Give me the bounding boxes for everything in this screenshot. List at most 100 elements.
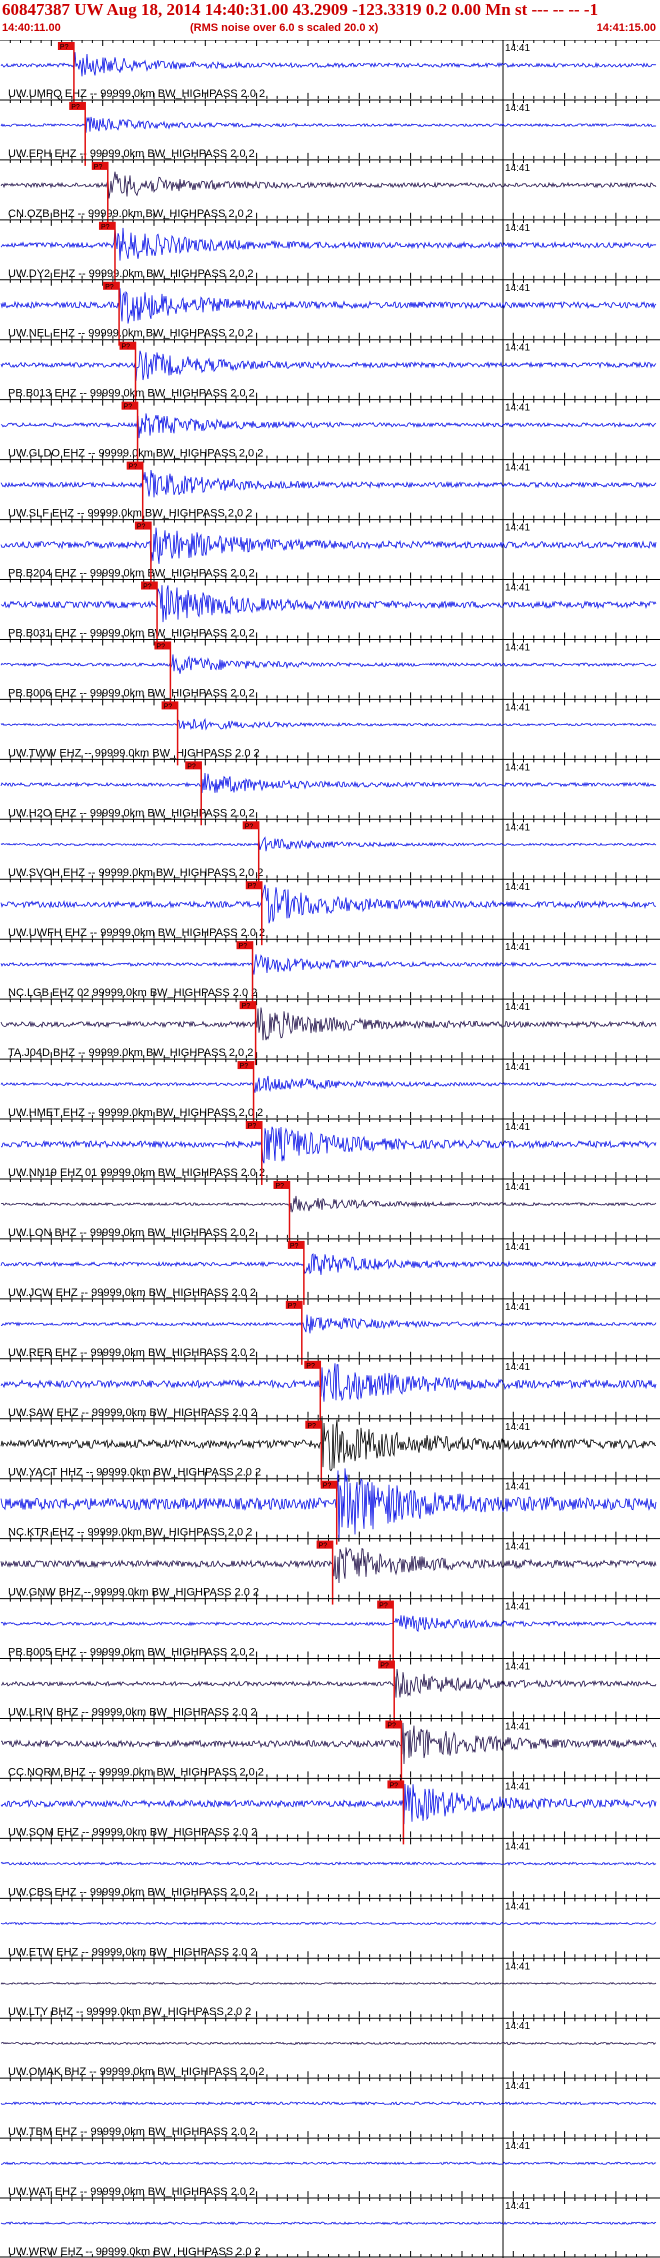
station-label: CN.OZB BHZ -- 99999.0km BW_HIGHPASS 2.0 …: [8, 208, 253, 220]
minute-marker-label: 14:41: [505, 1542, 530, 1553]
pick-label: P?: [60, 44, 69, 51]
waveform: [0, 469, 657, 498]
seismogram-plot: 14:41 UW.UMPQ EHZ -- 99999.0km BW_HIGHPAS…: [0, 40, 660, 2258]
pick-label: P?: [124, 404, 133, 411]
pick-label: P?: [242, 1003, 251, 1010]
station-label: UW.LRIV BHZ -- 99999.0km BW_HIGHPASS 2.0…: [8, 1707, 257, 1719]
trace-row: 14:41 UW.SAW EHZ -- 99999.0km BW_HIGHPASS…: [0, 1358, 660, 1425]
waveform: [0, 772, 657, 794]
minute-marker-label: 14:41: [505, 2201, 530, 2212]
station-label: UW.SVOH EHZ -- 99999.0km BW_HIGHPASS 2.0…: [8, 867, 263, 879]
trace-row: 14:41 PB.B006 EHZ -- 99999.0km BW_HIGHPAS…: [0, 638, 660, 706]
minute-marker-label: 14:41: [505, 1901, 530, 1912]
station-label: PB.B031 EHZ -- 99999.0km BW_HIGHPASS 2.0…: [8, 628, 255, 640]
waveform: [0, 1126, 657, 1164]
trace-row: 14:41 UW.NN19 EHZ 01 99999.0km BW_HIGHPAS…: [0, 1118, 660, 1185]
waveform: [0, 527, 657, 565]
pick-label: P?: [275, 1183, 284, 1190]
pick-label: P?: [389, 1782, 398, 1789]
minute-marker-label: 14:41: [505, 642, 530, 653]
pick-label: P?: [387, 1722, 396, 1729]
waveform: [0, 1075, 657, 1093]
waveform: [0, 1007, 657, 1041]
station-label: UW.RER EHZ -- 99999.0km BW_HIGHPASS 2.0 …: [8, 1347, 255, 1359]
station-label: UW.NN19 EHZ 01 99999.0km BW_HIGHPASS 2.0…: [8, 1167, 265, 1179]
trace-row: 14:41 NC.KTR EHZ -- 99999.0km BW_HIGHPASS…: [0, 1468, 660, 1545]
trace-row: 14:41 UW.SOM EHZ -- 99999.0km BW_HIGHPASS…: [0, 1777, 660, 1845]
trace-row: 14:41 CN.OZB BHZ -- 99999.0km BW_HIGHPASS…: [0, 159, 660, 226]
pick-label: P?: [379, 1603, 388, 1610]
waveform: [0, 1415, 656, 1472]
rms-note: (RMS noise over 6.0 s scaled 20.0 x): [190, 22, 379, 34]
minute-marker-label: 14:41: [505, 403, 530, 414]
trace-row: 14:41 UW.TBM EHZ -- 99999.0km BW_HIGHPASS…: [0, 2077, 660, 2139]
pick-label: P?: [288, 1303, 297, 1310]
station-label: UW.JCW EHZ -- 99999.0km BW_HIGHPASS 2.0 …: [8, 1287, 256, 1299]
minute-marker-label: 14:41: [505, 2081, 530, 2092]
waveform: [0, 413, 657, 439]
pick-label: P?: [248, 883, 257, 890]
waveform: [0, 1253, 657, 1275]
waveform: [0, 2221, 657, 2226]
minute-marker-label: 14:41: [505, 1182, 530, 1193]
minute-marker-label: 14:41: [505, 1242, 530, 1253]
trace-row: 14:41 UW.JCW EHZ -- 99999.0km BW_HIGHPASS…: [0, 1238, 660, 1305]
station-label: UW.WRW EHZ -- 99999.0km BW_HIGHPASS 2.0 …: [8, 2246, 261, 2258]
station-label: UW.NEL EHZ -- 99999.0km BW_HIGHPASS 2.0 …: [8, 328, 253, 340]
waveform: [0, 2161, 657, 2166]
station-label: PB.B013 EHZ -- 99999.0km BW_HIGHPASS 2.0…: [8, 388, 255, 400]
station-label: UW.SOM EHZ -- 99999.0km BW_HIGHPASS 2.0 …: [8, 1826, 257, 1838]
minute-marker-label: 14:41: [505, 882, 530, 893]
waveform: [0, 1861, 657, 1866]
station-label: UW.EPH EHZ -- 99999.0km BW_HIGHPASS 2.0 …: [8, 148, 255, 160]
minute-marker-label: 14:41: [505, 1122, 530, 1133]
pick-label: P?: [156, 643, 165, 650]
minute-marker-label: 14:41: [505, 1781, 530, 1792]
station-label: NC.KTR EHZ -- 99999.0km BW_HIGHPASS 2.0 …: [8, 1527, 252, 1539]
station-label: PB.B204 EHZ -- 99999.0km BW_HIGHPASS 2.0…: [8, 568, 255, 580]
trace-row: 14:41 UW.SLF EHZ -- 99999.0km BW_HIGHPASS…: [0, 459, 660, 526]
station-label: UW.OMAK BHZ -- 99999.0km BW_HIGHPASS 2.0…: [8, 2066, 265, 2078]
minute-marker-label: 14:41: [505, 2021, 530, 2032]
station-label: NC.LGB EHZ 02 99999.0km BW_HIGHPASS 2.0 …: [8, 987, 257, 999]
trace-row: 14:41 UW.YACT HHZ -- 99999.0km BW_HIGHPAS…: [0, 1415, 660, 1485]
station-label: UW.DY2 EHZ -- 99999.0km BW_HIGHPASS 2.0 …: [8, 268, 254, 280]
record-header: 60847387 UW Aug 18, 2014 14:40:31.00 43.…: [0, 0, 660, 40]
pick-label: P?: [164, 703, 173, 710]
station-label: UW.TBM EHZ -- 99999.0km BW_HIGHPASS 2.0 …: [8, 2126, 255, 2138]
station-label: UW.WAT EHZ -- 99999.0km BW_HIGHPASS 2.0 …: [8, 2186, 255, 2198]
waveform: [0, 288, 657, 324]
minute-marker-label: 14:41: [505, 1841, 530, 1852]
pick-label: P?: [122, 344, 131, 351]
station-label: UW.H2O EHZ -- 99999.0km BW_HIGHPASS 2.0 …: [8, 807, 255, 819]
pick-label: P?: [239, 943, 248, 950]
trace-row: 14:41 PB.B031 EHZ -- 99999.0km BW_HIGHPAS…: [0, 579, 660, 646]
waveform: [0, 350, 657, 381]
station-label: PB.B006 EHZ -- 99999.0km BW_HIGHPASS 2.0…: [8, 687, 255, 699]
station-label: UW.YACT HHZ -- 99999.0km BW_HIGHPASS 2.0…: [8, 1467, 261, 1479]
waveform: [0, 717, 657, 731]
waveform: [0, 1195, 657, 1213]
pick-label: P?: [240, 1063, 249, 1070]
trace-row: 14:41 PB.B204 EHZ -- 99999.0km BW_HIGHPAS…: [0, 519, 660, 586]
trace-row: 14:41 UW.H2O EHZ -- 99999.0km BW_HIGHPASS…: [0, 758, 660, 826]
waveform: [1, 1669, 657, 1698]
minute-marker-label: 14:41: [505, 1002, 530, 1013]
station-label: CC.NORM BHZ -- 99999.0km BW_HIGHPASS 2.0…: [8, 1766, 264, 1778]
waveform: [0, 884, 657, 924]
trace-row: 14:41 UW.NEL EHZ -- 99999.0km BW_HIGHPASS…: [0, 279, 660, 346]
minute-marker-label: 14:41: [505, 583, 530, 594]
station-label: UW.UMPQ EHZ -- 99999.0km BW_HIGHPASS 2.0…: [8, 88, 265, 100]
minute-marker-label: 14:41: [505, 1482, 530, 1493]
trace-row: 14:41 UW.LON BHZ -- 99999.0km BW_HIGHPASS…: [0, 1178, 660, 1245]
minute-marker-label: 14:41: [505, 702, 530, 713]
pick-label: P?: [137, 524, 146, 531]
waveform: [0, 1547, 657, 1584]
minute-marker-label: 14:41: [505, 762, 530, 773]
pick-label: P?: [306, 1363, 315, 1370]
waveform: [0, 585, 657, 623]
trace-row: 14:41 UW.LTY BHZ -- 99999.0km BW_HIGHPASS…: [0, 1957, 660, 2019]
minute-marker-label: 14:41: [505, 1062, 530, 1073]
trace-row: 14:41 CC.NORM BHZ -- 99999.0km BW_HIGHPAS…: [0, 1717, 660, 1785]
trace-row: 14:41 UW.UWFH EHZ -- 99999.0km BW_HIGHPAS…: [0, 878, 660, 946]
